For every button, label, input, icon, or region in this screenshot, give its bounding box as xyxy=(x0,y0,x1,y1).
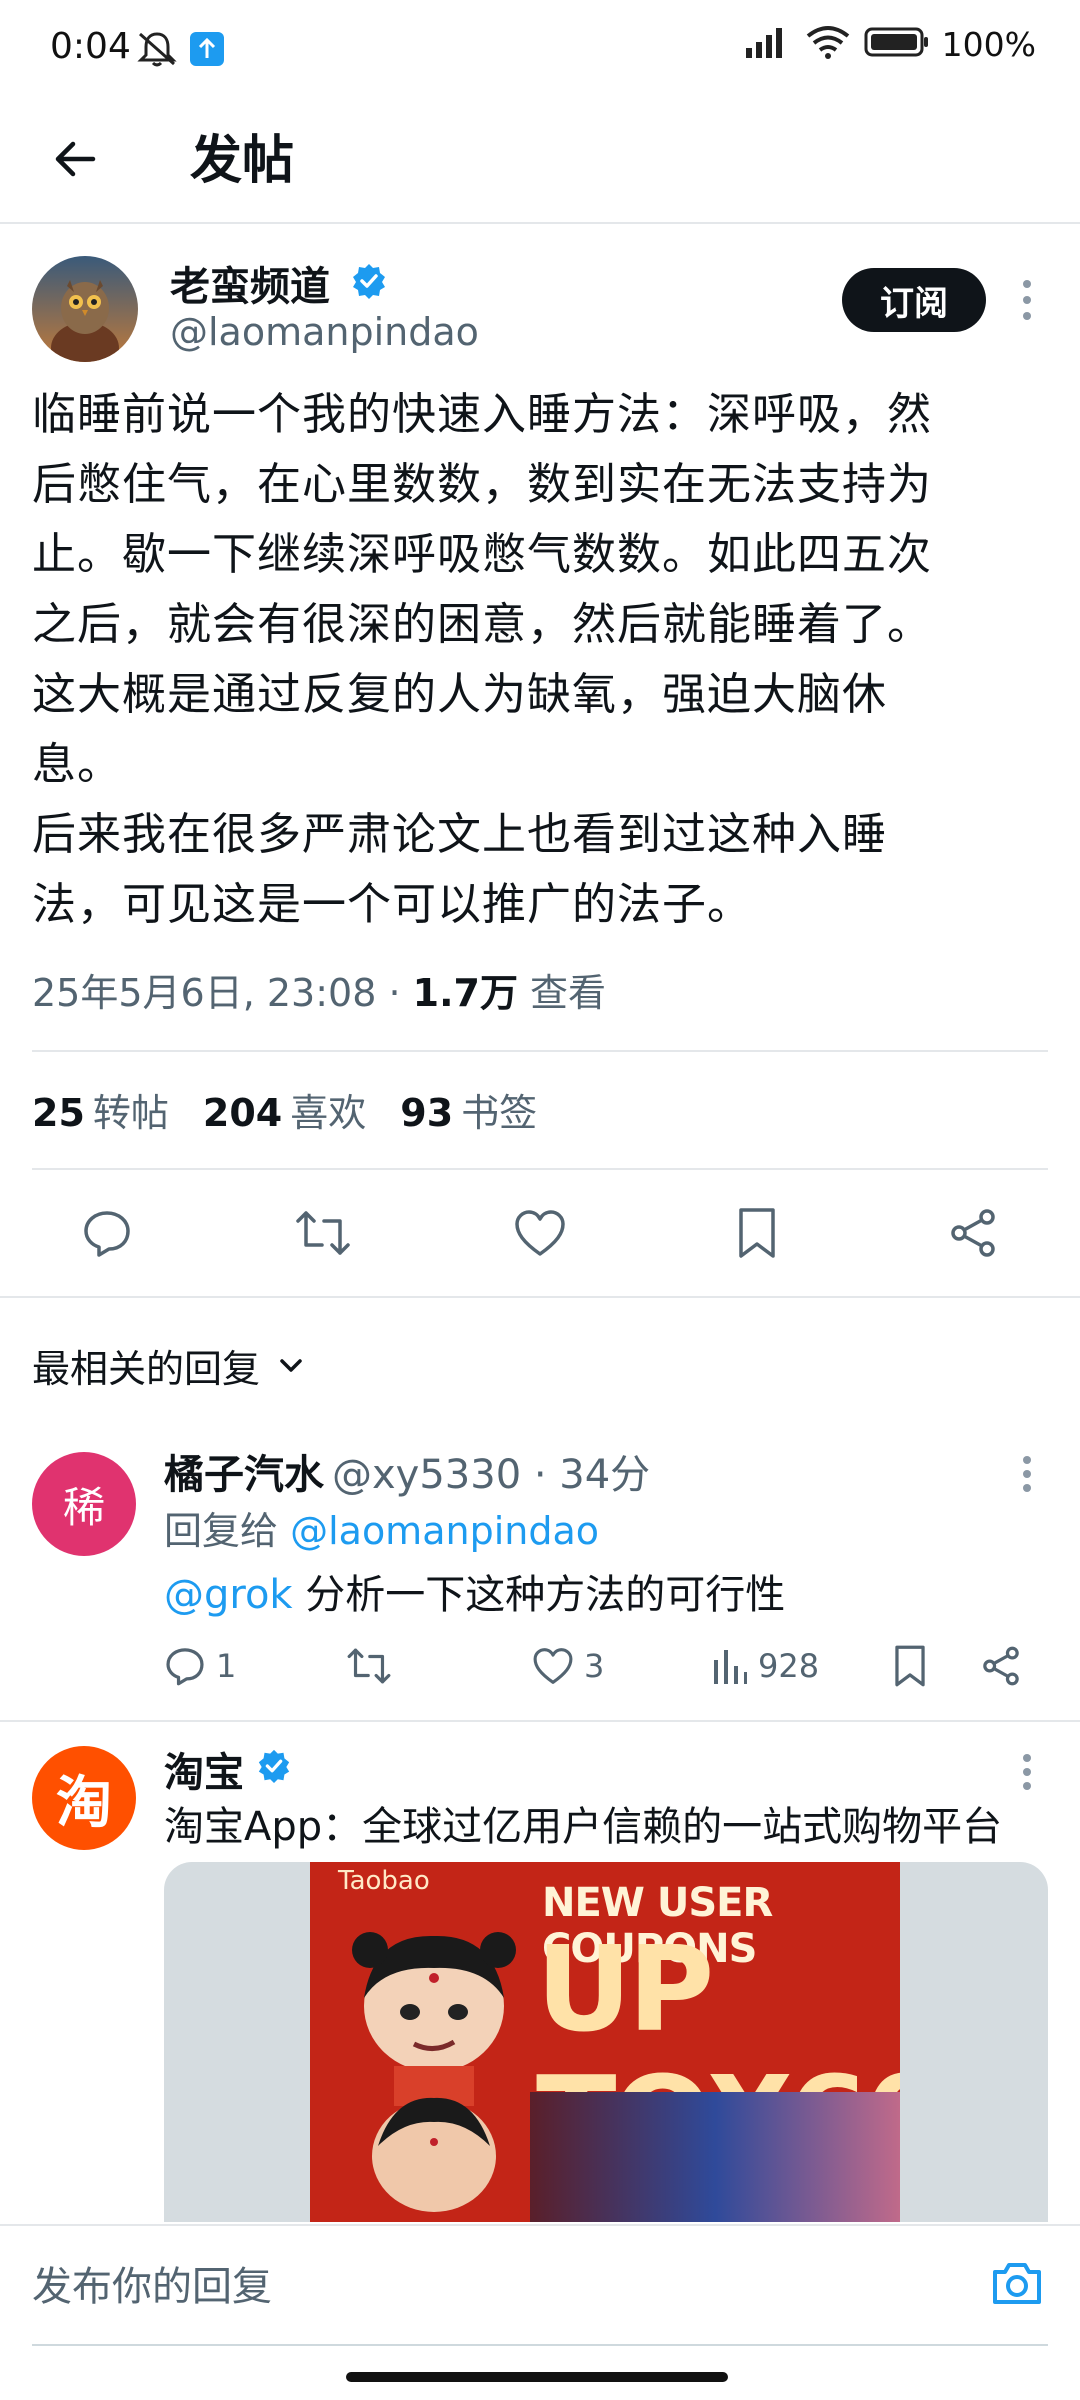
ad-description: 淘宝App：全球过亿用户信赖的一站式购物平台 xyxy=(164,1804,1003,1850)
reposts-label: 转帖 xyxy=(92,1091,169,1135)
reply-author-handle[interactable]: @xy5330 xyxy=(332,1452,521,1498)
post-actions xyxy=(0,1194,1080,1274)
reply-reply-button[interactable]: 1 xyxy=(164,1636,236,1696)
back-button[interactable] xyxy=(42,126,108,192)
wifi-icon xyxy=(804,24,852,64)
reply-views-button[interactable]: 928 xyxy=(712,1636,819,1696)
like-icon[interactable] xyxy=(505,1198,575,1268)
mention-link[interactable]: @grok xyxy=(164,1572,293,1618)
reply-view-count: 928 xyxy=(758,1647,820,1685)
camera-button[interactable] xyxy=(984,2250,1050,2316)
reply-to-handle-link[interactable]: @laomanpindao xyxy=(290,1509,599,1553)
status-time: 0:04 xyxy=(50,26,131,67)
reply-header: 橘子汽水 @xy5330 · 34分 xyxy=(164,1442,650,1500)
mute-icon xyxy=(136,30,178,72)
reply-time: · 34分 xyxy=(521,1452,651,1498)
ad-banner-brand: Taobao xyxy=(338,1866,430,1896)
ad-avatar[interactable]: 淘 xyxy=(32,1746,136,1850)
ad-more-options-icon[interactable] xyxy=(1012,1744,1042,1800)
reply-actions: 1 3 928 xyxy=(164,1636,1044,1696)
post-text: 临睡前说一个我的快速入睡方法：深呼吸，然 后憋住气，在心里数数，数到实在无法支持… xyxy=(32,389,932,930)
repost-icon[interactable] xyxy=(288,1198,358,1268)
post-views-label[interactable]: 查看 xyxy=(518,971,606,1015)
ad-banner-scene xyxy=(530,2092,900,2222)
views-chart-icon xyxy=(714,1650,747,1684)
divider xyxy=(32,1168,1048,1170)
reply-text: @grok 分析一下这种方法的可行性 xyxy=(164,1562,785,1620)
likes-count: 204 xyxy=(202,1091,283,1135)
reposts-stat[interactable]: 25 转帖 xyxy=(32,1082,169,1137)
battery-icon xyxy=(864,25,930,63)
reply-icon xyxy=(166,1648,204,1686)
post-meta: 25年5月6日, 23:08 · 1.7万 查看 xyxy=(32,962,606,1017)
cartoon-character-image xyxy=(352,1932,516,2212)
author-handle[interactable]: @laomanpindao xyxy=(170,310,479,354)
page-title: 发帖 xyxy=(190,131,295,191)
camera-icon xyxy=(993,2263,1041,2304)
reply-repost-button[interactable] xyxy=(346,1636,392,1696)
home-indicator[interactable] xyxy=(346,2372,728,2382)
signal-icon xyxy=(742,24,792,64)
author-name[interactable]: 老蛮频道 xyxy=(170,254,330,312)
reply-like-count: 3 xyxy=(584,1647,605,1685)
reposts-count: 25 xyxy=(32,1091,85,1135)
post-stats: 25 转帖 204 喜欢 93 书签 xyxy=(32,1082,537,1137)
replies-sort-label: 最相关的回复 xyxy=(32,1347,261,1391)
ad-banner: Taobao NEW USER COUPONS UP TO¥60 xyxy=(310,1862,900,2222)
reply-icon[interactable] xyxy=(72,1198,142,1268)
bookmarks-stat[interactable]: 93 书签 xyxy=(400,1082,537,1137)
reply-bookmark-button[interactable] xyxy=(892,1636,928,1696)
share-icon xyxy=(983,1646,1019,1686)
header: 发帖 xyxy=(0,96,1080,224)
upload-notification-icon xyxy=(190,32,224,66)
back-arrow-icon xyxy=(55,141,96,177)
likes-stat[interactable]: 204 喜欢 xyxy=(203,1082,366,1137)
reply-avatar[interactable]: 稀 xyxy=(32,1452,136,1556)
likes-label: 喜欢 xyxy=(290,1091,367,1135)
ad-author-name[interactable]: 淘宝 xyxy=(164,1740,244,1798)
author-avatar[interactable] xyxy=(32,256,138,362)
ad-media-image[interactable]: Taobao NEW USER COUPONS UP TO¥60 xyxy=(164,1862,1048,2222)
post-timestamp: 25年5月6日, 23:08 · xyxy=(32,971,413,1015)
share-icon[interactable] xyxy=(938,1198,1008,1268)
status-right: 100% xyxy=(742,24,1036,64)
bookmark-icon xyxy=(895,1645,925,1687)
subscribe-button[interactable]: 订阅 xyxy=(842,268,986,332)
verified-badge-icon xyxy=(350,262,388,304)
composer-underline xyxy=(32,2344,1048,2346)
divider xyxy=(32,1050,1048,1052)
more-options-icon[interactable] xyxy=(1012,272,1042,328)
chevron-down-icon xyxy=(280,1358,302,1372)
reply-more-options-icon[interactable] xyxy=(1012,1446,1042,1502)
like-icon xyxy=(533,1648,573,1684)
reply-like-button[interactable]: 3 xyxy=(532,1636,604,1696)
reply-author-name[interactable]: 橘子汽水 xyxy=(164,1452,324,1498)
reply-input[interactable]: 发布你的回复 xyxy=(32,2254,272,2312)
battery-percent: 100% xyxy=(941,24,1036,64)
reply-composer: 发布你的回复 xyxy=(0,2224,1080,2348)
divider xyxy=(0,1296,1080,1298)
replies-sort-dropdown[interactable]: 最相关的回复 xyxy=(32,1338,306,1393)
bookmarks-count: 93 xyxy=(400,1091,454,1135)
bookmark-icon[interactable] xyxy=(722,1198,792,1268)
verified-badge-icon xyxy=(256,1748,292,1788)
status-bar: 0:04 100% xyxy=(0,0,1080,96)
reply-to: 回复给 @laomanpindao xyxy=(164,1500,599,1555)
divider xyxy=(0,1720,1080,1722)
reply-share-button[interactable] xyxy=(980,1636,1022,1696)
bookmarks-label: 书签 xyxy=(461,1091,538,1135)
repost-icon xyxy=(347,1648,391,1684)
post-views-count: 1.7万 xyxy=(412,971,518,1015)
reply-body: 分析一下这种方法的可行性 xyxy=(292,1572,786,1618)
reply-to-prefix: 回复给 xyxy=(164,1509,291,1553)
reply-reply-count: 1 xyxy=(216,1647,237,1685)
